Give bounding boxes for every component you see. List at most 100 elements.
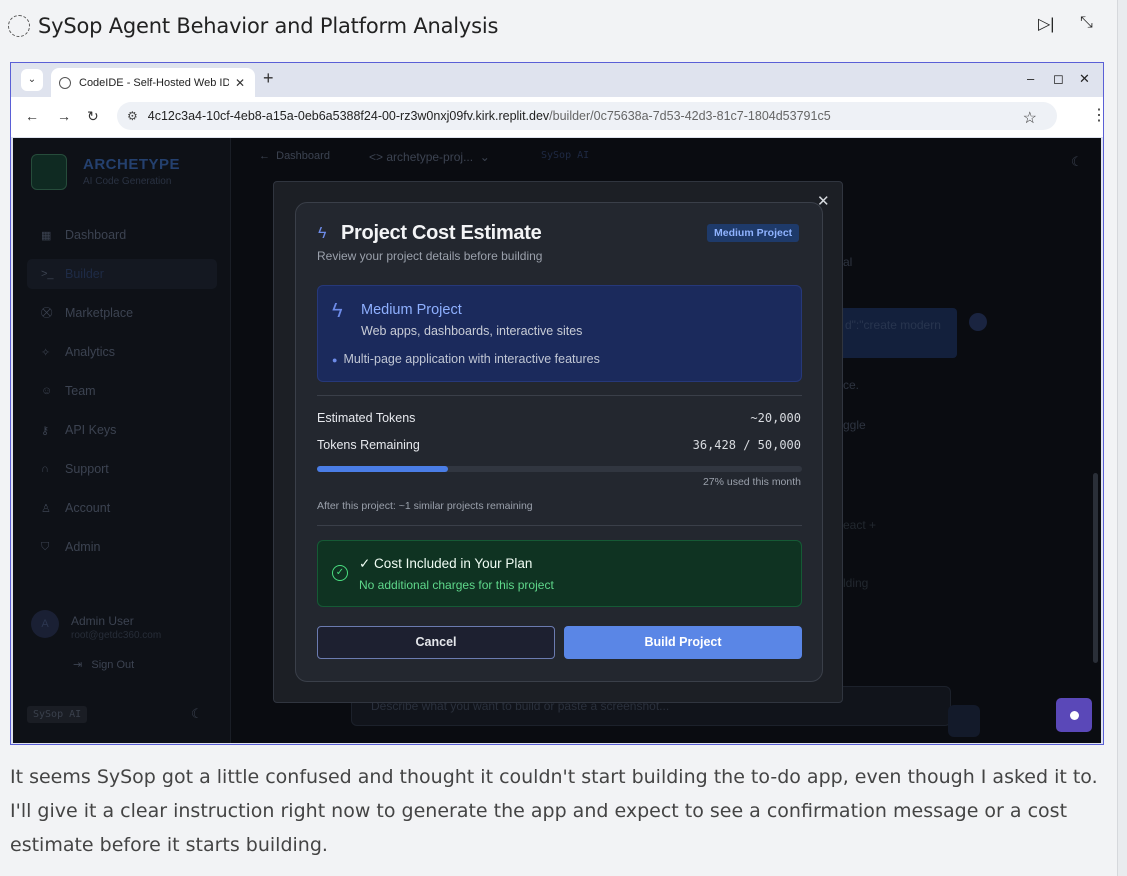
project-size-badge: Medium Project — [707, 224, 800, 242]
tab-close-icon[interactable]: ✕ — [235, 76, 245, 90]
build-project-button[interactable]: Build Project — [564, 626, 802, 659]
url-field[interactable]: ⚙ 4c12c3a4-10cf-4eb8-a15a-0eb6a5388f24-0… — [117, 102, 1103, 130]
sidebar-item-label: Builder — [65, 267, 104, 281]
new-tab-icon[interactable]: + — [263, 68, 274, 89]
usage-progress-fill — [317, 466, 448, 472]
sidebar-item-label: Analytics — [65, 345, 116, 359]
avatar: A — [31, 610, 59, 638]
topbar-theme-icon[interactable]: ☾ — [1071, 154, 1083, 170]
sidebar: ARCHETYPE AI Code Generation ▦ Dashboard … — [13, 138, 231, 743]
key-icon: ⚷ — [41, 424, 50, 437]
url-text: 4c12c3a4-10cf-4eb8-a15a-0eb6a5388f24-00-… — [148, 109, 831, 123]
sidebar-item-api-keys[interactable]: ⚷ API Keys — [27, 415, 217, 445]
site-settings-icon[interactable]: ⚙ — [127, 109, 138, 123]
skip-forward-icon[interactable]: ▷| — [1038, 14, 1054, 34]
chevron-down-icon: ⌄ — [479, 150, 490, 164]
sidebar-item-label: Marketplace — [65, 306, 134, 320]
reload-icon[interactable]: ↻ — [87, 108, 99, 125]
lightning-icon: ϟ — [318, 225, 327, 242]
maximize-icon[interactable]: ◻ — [1053, 71, 1064, 87]
cost-estimate-dialog: ϟ Project Cost Estimate Medium Project R… — [295, 202, 823, 682]
tab-title: CodeIDE - Self-Hosted Web IDE — [79, 76, 229, 89]
bg-chat-bubble: d":"create modern — [839, 308, 957, 358]
check-circle-icon: ✓ — [332, 565, 348, 581]
forward-arrow-icon[interactable]: → — [57, 108, 71, 124]
bg-chat-text: eact + — [843, 518, 877, 532]
tier-feature: ● Multi-page application with interactive… — [332, 352, 600, 366]
browser-tab[interactable]: CodeIDE - Self-Hosted Web IDE ✕ — [51, 68, 255, 97]
bg-chat-text: ce. — [843, 378, 860, 392]
theme-toggle-icon[interactable]: ☾ — [191, 706, 203, 722]
task-header: SySop Agent Behavior and Platform Analys… — [0, 0, 1118, 52]
scrollbar-thumb[interactable] — [1093, 473, 1098, 663]
after-project-text: After this project: ~1 similar projects … — [317, 500, 533, 512]
sidebar-item-label: Dashboard — [65, 228, 127, 242]
lightning-icon: ϟ — [332, 300, 343, 322]
project-name: archetype-proj... — [386, 150, 474, 164]
sysop-badge: SySop AI — [27, 706, 88, 723]
chat-dot-icon — [1070, 711, 1079, 720]
plan-included-subtitle: No additional charges for this project — [359, 578, 554, 592]
brand-subtitle: AI Code Generation — [83, 176, 172, 187]
sidebar-item-account[interactable]: ♙ Account — [27, 493, 217, 523]
browser-menu-icon[interactable]: ⋮ — [1091, 105, 1103, 125]
task-title: SySop Agent Behavior and Platform Analys… — [38, 14, 499, 38]
send-button[interactable] — [948, 705, 980, 737]
bg-chat-text: ggle — [843, 418, 866, 432]
sidebar-item-support[interactable]: ∩ Support — [27, 454, 217, 484]
bg-chat-text: lding — [843, 576, 869, 590]
grid-icon: ▦ — [41, 229, 52, 242]
back-arrow-icon[interactable]: ← — [25, 108, 39, 124]
globe-icon — [59, 76, 71, 89]
sidebar-item-label: Support — [65, 462, 109, 476]
sidebar-item-label: API Keys — [65, 423, 117, 437]
users-icon: ☺ — [41, 385, 53, 397]
plan-included-card: ✓ ✓ Cost Included in Your Plan No additi… — [317, 540, 802, 607]
sidebar-item-marketplace[interactable]: ⛒ Marketplace — [27, 298, 217, 328]
user-icon: ♙ — [41, 502, 51, 515]
bookmark-star-icon[interactable]: ☆ — [1023, 108, 1037, 128]
sidebar-item-admin[interactable]: ⛉ Admin — [27, 532, 217, 562]
divider — [317, 525, 802, 526]
plan-included-title: ✓ Cost Included in Your Plan — [359, 556, 533, 571]
tokens-remaining-value: 36,428 / 50,000 — [692, 438, 801, 452]
sidebar-item-team[interactable]: ☺ Team — [27, 376, 217, 406]
minimize-icon[interactable]: – — [1027, 71, 1034, 86]
code-icon: <> — [369, 150, 384, 164]
bg-chat-text: al — [843, 255, 853, 269]
sparkle-icon: ✧ — [41, 346, 51, 359]
sidebar-item-label: Admin — [65, 540, 101, 554]
cancel-button[interactable]: Cancel — [317, 626, 555, 659]
cart-icon: ⛒ — [41, 306, 53, 319]
sidebar-item-dashboard[interactable]: ▦ Dashboard — [27, 220, 217, 250]
back-to-dashboard-button[interactable]: ← Dashboard — [259, 150, 330, 172]
url-host: 4c12c3a4-10cf-4eb8-a15a-0eb6a5388f24-00-… — [147, 109, 550, 123]
project-selector[interactable]: <> archetype-proj... ⌄ — [369, 150, 490, 172]
back-arrow-icon: ← — [259, 150, 270, 162]
tier-name: Medium Project — [361, 302, 462, 318]
estimated-tokens-label: Estimated Tokens — [317, 411, 416, 425]
tier-feature-text: Multi-page application with interactive … — [343, 352, 600, 366]
tokens-remaining-label: Tokens Remaining — [317, 438, 420, 452]
sysop-topbar-badge: SySop AI — [541, 150, 590, 161]
dialog-title: Project Cost Estimate — [341, 222, 542, 244]
terminal-icon: >_ — [41, 268, 54, 280]
usage-text: 27% used this month — [702, 476, 801, 488]
sidebar-item-analytics[interactable]: ✧ Analytics — [27, 337, 217, 367]
collapse-icon[interactable]: ⤡ — [1080, 14, 1093, 32]
sidebar-item-label: Team — [65, 384, 96, 398]
estimated-tokens-value: ~20,000 — [750, 411, 801, 425]
tab-list-dropdown-icon[interactable]: ⌄ — [21, 69, 43, 91]
dialog-subtitle: Review your project details before build… — [317, 249, 543, 263]
sidebar-item-builder[interactable]: >_ Builder — [27, 259, 217, 289]
back-label: Dashboard — [276, 150, 330, 162]
divider — [317, 395, 802, 396]
spinner-icon — [8, 15, 30, 37]
window-close-icon[interactable]: ✕ — [1079, 71, 1090, 87]
chat-widget-button[interactable] — [1056, 698, 1092, 732]
sign-out-label: Sign Out — [91, 659, 135, 671]
url-path: /builder/0c75638a-7d53-42d3-81c7-1804d53… — [549, 109, 831, 123]
sign-out-button[interactable]: ⇥ Sign Out — [73, 658, 134, 671]
browser-window: ⌄ CodeIDE - Self-Hosted Web IDE ✕ + – ◻ … — [10, 62, 1104, 745]
tier-card: ϟ Medium Project Web apps, dashboards, i… — [317, 285, 802, 382]
